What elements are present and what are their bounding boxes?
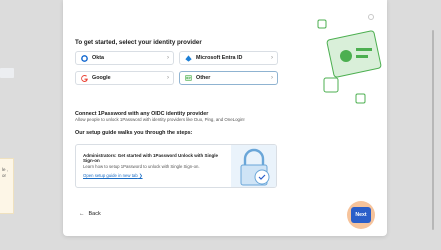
provider-okta[interactable]: Okta › xyxy=(75,51,174,65)
other-id-card-icon xyxy=(185,75,192,82)
chevron-right-icon: › xyxy=(167,55,169,61)
card-title: Administrators: Get started with 1Passwo… xyxy=(83,153,219,164)
lock-illustration xyxy=(231,145,276,187)
google-icon xyxy=(81,74,88,82)
next-button[interactable]: Next xyxy=(351,207,371,223)
setup-guide-link[interactable]: Open setup guide in new tab ❯ xyxy=(83,173,143,179)
back-label: Back xyxy=(88,211,101,217)
provider-label: Other xyxy=(196,75,211,81)
okta-icon xyxy=(81,54,88,62)
chevron-right-icon: › xyxy=(271,75,273,81)
link-label[interactable]: Open setup guide in new tab xyxy=(83,173,138,178)
arrow-left-icon: ← xyxy=(79,211,85,217)
provider-label: Google xyxy=(92,75,111,81)
page-title: To get started, select your identity pro… xyxy=(75,39,202,46)
provider-label: Microsoft Entra ID xyxy=(196,55,243,61)
chevron-right-icon: › xyxy=(167,75,169,81)
microsoft-entra-icon xyxy=(185,54,192,62)
provider-other[interactable]: Other › xyxy=(179,71,278,85)
scrollbar[interactable] xyxy=(432,30,434,230)
identity-illustration xyxy=(317,19,382,104)
card-description: Learn how to setup 1Password to unlock w… xyxy=(83,164,200,169)
provider-microsoft-entra[interactable]: Microsoft Entra ID › xyxy=(179,51,278,65)
chevron-right-icon: › xyxy=(271,55,273,61)
oidc-description: Allow people to unlock 1Password with id… xyxy=(75,117,245,122)
provider-label: Okta xyxy=(92,55,104,61)
back-button[interactable]: ← Back xyxy=(79,211,101,217)
sidebar-stub xyxy=(0,68,14,78)
provider-google[interactable]: Google › xyxy=(75,71,174,85)
external-link-icon: ❯ xyxy=(138,173,143,178)
side-notice-panel: le , or xyxy=(0,158,14,214)
guide-heading: Our setup guide walks you through the st… xyxy=(75,130,193,136)
setup-guide-card: Administrators: Get started with 1Passwo… xyxy=(75,144,277,188)
